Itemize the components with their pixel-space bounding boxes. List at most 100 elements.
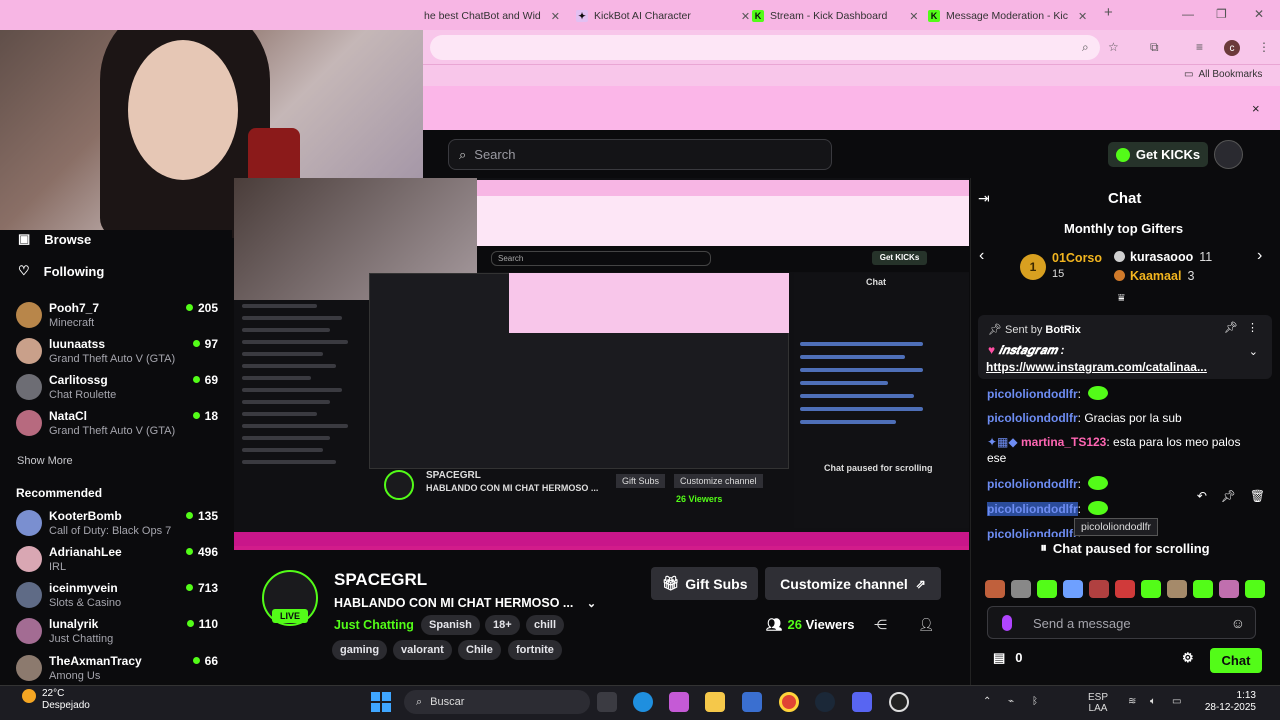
chat-message[interactable]: picololiondodlfr: [987,386,1257,402]
recommended-channel[interactable]: TheAxmanTracy Among Us 66 [16,654,222,684]
discord-icon[interactable] [852,692,872,712]
tab-close-icon[interactable]: ✕ [909,10,918,23]
more-options-icon[interactable]: ⋮ [1247,321,1258,334]
chat-message[interactable]: picololiondodlfr: Gracias por la sub [987,410,1257,426]
tab-close-icon[interactable]: ✕ [741,10,750,23]
gifter-row[interactable]: kurasaooo 11 [1114,250,1212,264]
tag-pill[interactable]: 18+ [485,615,520,635]
chat-paused-banner[interactable]: ⏸ Chat paused for scrolling [1030,537,1220,559]
language-indicator[interactable]: ESP LAA [1088,692,1108,714]
obs-icon[interactable] [889,692,909,712]
delete-icon[interactable]: 🗑︎ [1250,489,1265,503]
chevron-down-icon[interactable]: ⌄ [1249,345,1258,358]
minimize-icon[interactable]: — [1182,7,1194,21]
show-more-link[interactable]: Show More [17,455,73,467]
extensions-icon[interactable]: ⧉ [1150,40,1159,55]
menu-kebab-icon[interactable]: ⋮ [1258,40,1270,54]
tab-message-moderation[interactable]: K Message Moderation - Kic ✕ [928,4,1087,28]
chevron-left-icon[interactable]: ‹ [979,247,984,265]
expand-gifters-icon[interactable]: ⩸ [1118,292,1125,305]
reply-icon[interactable]: ↶ [1197,489,1207,503]
recommended-channel[interactable]: AdrianahLee IRL 496 [16,545,222,575]
wifi-icon[interactable]: ≋ [1128,696,1136,707]
channel-points[interactable]: ▤ 0 [993,650,1023,666]
maximize-icon[interactable]: ❐ [1216,7,1227,21]
banner-close-icon[interactable]: × [1252,101,1260,116]
instagram-link[interactable]: https://www.instagram.com/catalinaa... [986,360,1207,374]
close-window-icon[interactable]: ✕ [1254,7,1264,21]
media-controls-icon[interactable]: ≡ [1196,40,1203,54]
top-gifter-name[interactable]: 01Corso [1052,251,1102,265]
followed-channel[interactable]: Pooh7_7 Minecraft 205 [16,301,222,331]
search-input[interactable]: ⌕ Search [448,139,832,170]
tab-kickbot[interactable]: ✦ KickBot AI Character ✕ [576,4,750,28]
chat-settings-icon[interactable]: ⚙ [1182,650,1194,666]
network-icon[interactable]: ⌁ [1008,696,1014,707]
followed-channel[interactable]: luunaatss Grand Theft Auto V (GTA) 97 [16,337,222,367]
tab-chatbot[interactable]: he best ChatBot and Wid ✕ [424,4,560,28]
get-kicks-button[interactable]: Get KICKs [1108,142,1208,167]
emote-icon[interactable] [1011,580,1031,598]
channel-name[interactable]: SPACEGRL [334,570,427,590]
task-view-icon[interactable] [597,692,617,712]
nav-browse[interactable]: ▣ Browse [18,231,91,247]
pin-icon[interactable]: 📌︎ [1224,321,1238,334]
customize-channel-button[interactable]: Customize channel ⇗ [765,567,941,600]
chat-message-input[interactable]: Send a message ☺ [987,606,1256,639]
followed-channel[interactable]: Carlitossg Chat Roulette 69 [16,373,222,403]
tab-close-icon[interactable]: ✕ [1078,10,1087,23]
emote-icon[interactable] [1115,580,1135,598]
share-icon[interactable]: ⋲ [874,617,887,633]
url-input[interactable] [430,35,1100,60]
edge-icon[interactable] [633,692,653,712]
volume-icon[interactable]: 🔈︎ [1150,696,1156,707]
chrome-icon[interactable] [779,692,799,712]
emote-icon[interactable] [985,580,1005,598]
user-avatar[interactable] [1214,140,1243,169]
emote-icon[interactable] [1037,580,1057,598]
new-tab-button[interactable]: + [1104,4,1113,21]
emote-icon[interactable] [1167,580,1187,598]
steam-icon[interactable] [815,692,835,712]
file-explorer-icon[interactable] [705,692,725,712]
profile-avatar[interactable]: c [1224,40,1240,56]
emote-icon[interactable] [1219,580,1239,598]
tag-pill[interactable]: chill [526,615,565,635]
pin-icon[interactable]: 📌︎ [1221,489,1236,503]
tray-chevron-icon[interactable]: ⌃ [983,696,991,707]
tag-pill[interactable]: gaming [332,640,388,660]
recommended-channel[interactable]: lunalyrik Just Chatting 110 [16,617,222,647]
recommended-channel[interactable]: KooterBomb Call of Duty: Black Ops 7 135 [16,509,222,539]
chat-message[interactable]: ✦▦◆ martina_TS123: esta para los meo pal… [987,434,1257,466]
tab-kick-dashboard[interactable]: K Stream - Kick Dashboard ✕ [752,4,919,28]
emote-icon[interactable] [1141,580,1161,598]
taskbar-search[interactable]: ⌕ Buscar [404,690,590,714]
nav-following[interactable]: ♡ Following [18,263,104,279]
tag-pill[interactable]: fortnite [508,640,562,660]
taskbar-clock[interactable]: 1:13 28-12-2025 [1196,690,1256,714]
battery-icon[interactable]: ▭ [1172,696,1181,707]
tab-close-icon[interactable]: ✕ [551,10,560,23]
tag-pill[interactable]: Spanish [421,615,480,635]
emote-icon[interactable] [1063,580,1083,598]
chevron-right-icon[interactable]: › [1257,247,1262,265]
stream-category-link[interactable]: Just Chatting [334,618,414,632]
emoji-icon[interactable]: ☺ [1231,615,1245,631]
bookmark-star-icon[interactable]: ☆ [1108,40,1119,54]
gifter-row[interactable]: Kaamaal 3 [1114,269,1194,283]
start-button[interactable] [371,692,391,712]
store-icon[interactable] [742,692,762,712]
tag-pill[interactable]: valorant [393,640,452,660]
gift-subs-button[interactable]: 🎁︎ Gift Subs [651,567,758,600]
emote-icon[interactable] [1193,580,1213,598]
zoom-icon[interactable]: ⌕ [1082,40,1089,55]
tag-pill[interactable]: Chile [458,640,501,660]
send-chat-button[interactable]: Chat [1210,648,1262,673]
collapse-chat-icon[interactable]: ⇥ [978,190,990,207]
follow-user-icon[interactable]: 👤︎ [918,617,935,633]
recommended-channel[interactable]: iceinmyvein Slots & Casino 713 [16,581,222,611]
emote-icon[interactable] [1245,580,1265,598]
followed-channel[interactable]: NataCl Grand Theft Auto V (GTA) 18 [16,409,222,439]
weather-widget[interactable]: 22°C Despejado [22,688,90,712]
mic-icon[interactable] [1002,615,1012,631]
